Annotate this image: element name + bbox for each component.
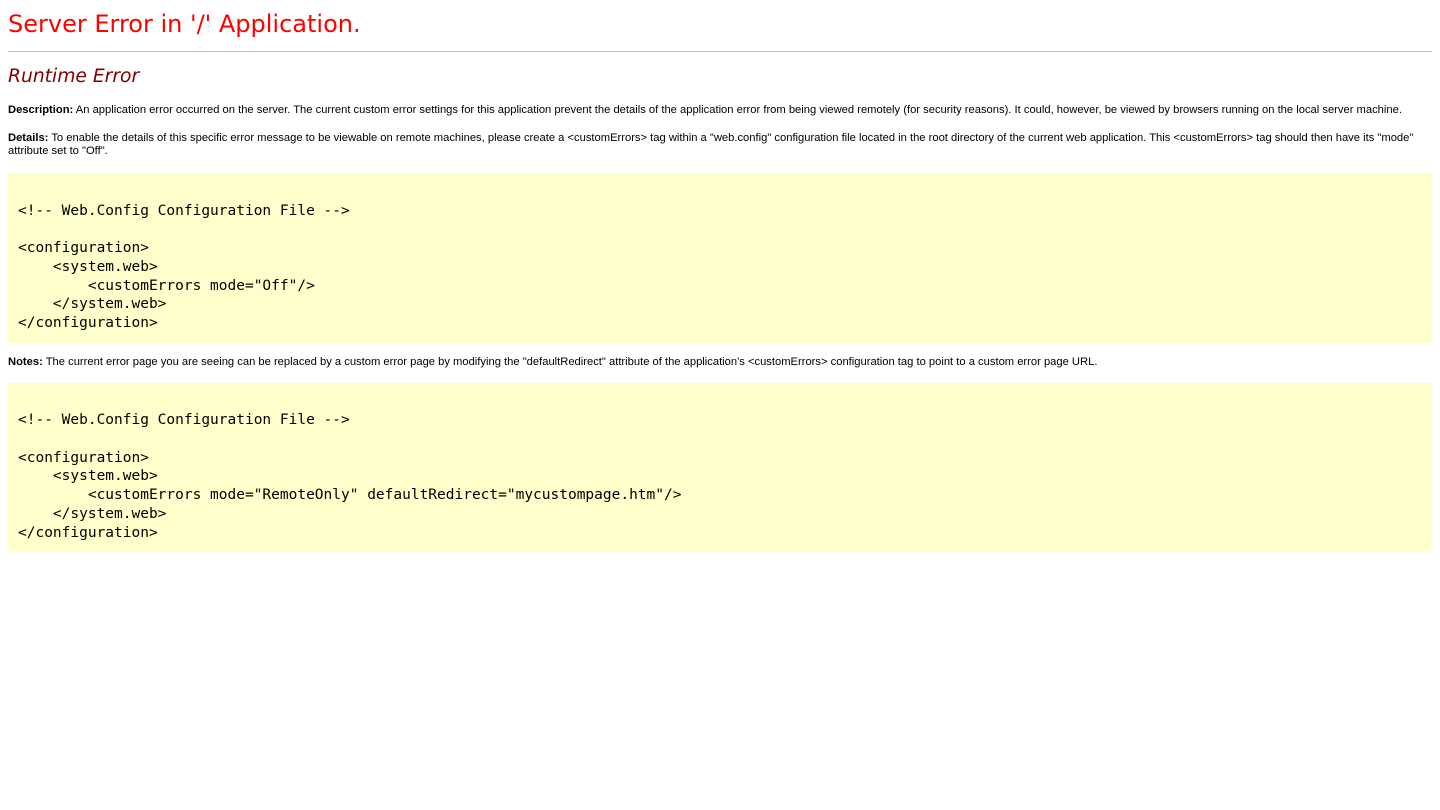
title-divider	[8, 51, 1432, 52]
description-paragraph: Description: An application error occurr…	[8, 104, 1432, 117]
error-heading: Runtime Error	[8, 66, 1432, 88]
details-paragraph: Details: To enable the details of this s…	[8, 132, 1432, 158]
web-config-remoteonly-snippet: <!-- Web.Config Configuration File --> <…	[11, 386, 1429, 550]
page-title: Server Error in '/' Application.	[8, 10, 1432, 38]
details-text: To enable the details of this specific e…	[8, 132, 1413, 157]
description-text: An application error occurred on the ser…	[76, 104, 1402, 116]
code-block-customerrors-off: <!-- Web.Config Configuration File --> <…	[8, 173, 1432, 343]
notes-text: The current error page you are seeing ca…	[46, 356, 1098, 368]
details-label: Details:	[8, 132, 48, 144]
code-block-customerrors-remoteonly: <!-- Web.Config Configuration File --> <…	[8, 383, 1432, 553]
web-config-off-snippet: <!-- Web.Config Configuration File --> <…	[11, 176, 1429, 340]
server-error-page: Server Error in '/' Application. Runtime…	[8, 10, 1432, 552]
notes-label: Notes:	[8, 356, 43, 368]
notes-paragraph: Notes: The current error page you are se…	[8, 356, 1432, 369]
description-label: Description:	[8, 104, 73, 116]
